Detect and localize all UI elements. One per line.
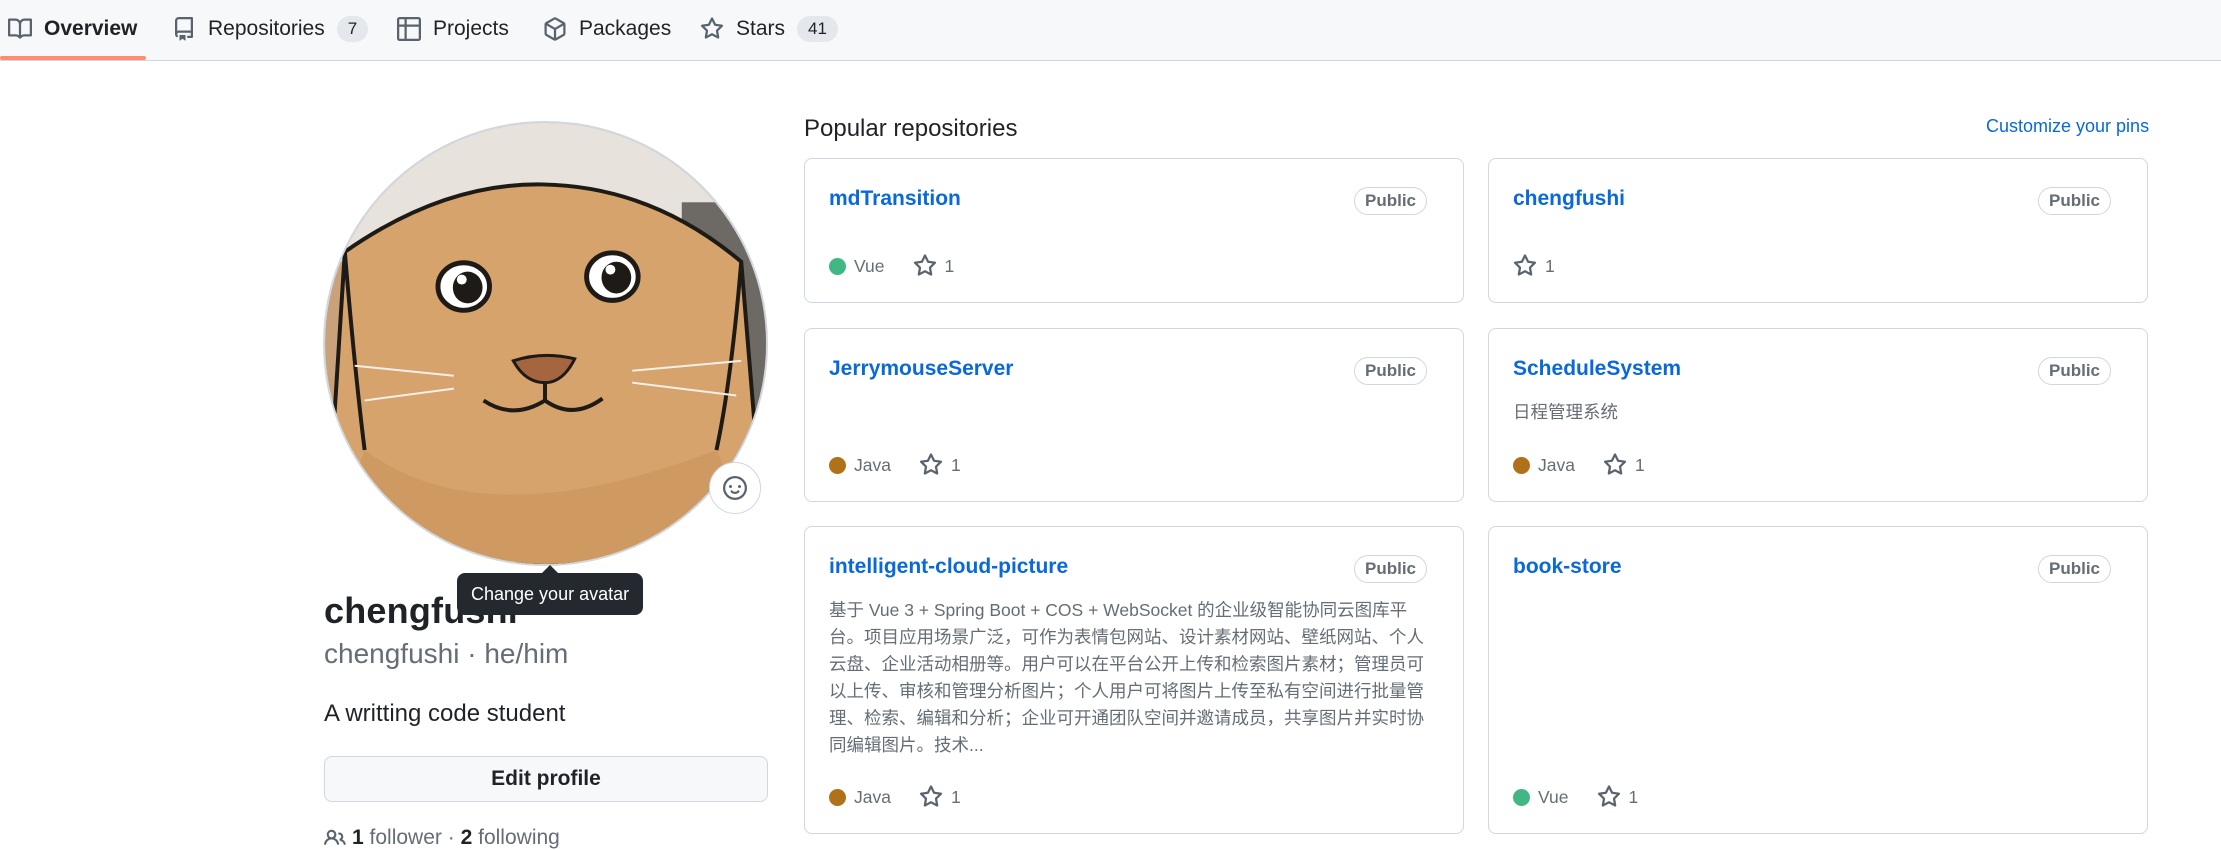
- repo-name-link[interactable]: chengfushi: [1513, 187, 1625, 211]
- visibility-badge: Public: [1353, 187, 1427, 215]
- cat-avatar-image: [325, 123, 766, 564]
- language-color-dot: [829, 456, 846, 474]
- repo-star-count: 1: [1634, 454, 1645, 475]
- repo-card: book-store Public Vue 1: [1488, 526, 2148, 834]
- repo-meta: Vue 1: [1513, 785, 1638, 809]
- tab-stars[interactable]: Stars 41: [700, 0, 838, 58]
- repo-stargazers-link[interactable]: 1: [919, 785, 961, 809]
- repo-meta: Vue 1: [829, 254, 954, 278]
- tab-label: Packages: [579, 17, 672, 40]
- profile-nav: Overview Repositories 7 Projects Package…: [0, 0, 2221, 61]
- repo-star-count: 1: [944, 255, 955, 276]
- star-icon: [919, 785, 943, 807]
- repo-language: Java: [854, 454, 891, 475]
- profile-bio: A writting code student: [324, 700, 566, 727]
- language-color-dot: [1513, 456, 1530, 474]
- star-icon: [1513, 254, 1537, 276]
- profile-login: chengfushi · he/him: [324, 638, 569, 669]
- repo-star-count: 1: [1628, 786, 1639, 807]
- repo-card: mdTransition Public Vue 1: [804, 158, 1464, 303]
- repo-description: 基于 Vue 3 + Spring Boot + COS + WebSocket…: [829, 600, 1424, 755]
- repo-name-link[interactable]: mdTransition: [829, 187, 961, 211]
- following-link[interactable]: following: [478, 826, 560, 850]
- visibility-badge: Public: [1353, 555, 1427, 583]
- set-status-button[interactable]: [709, 462, 761, 514]
- repo-language: Vue: [854, 255, 885, 276]
- repo-stargazers-link[interactable]: 1: [919, 453, 961, 477]
- repo-meta: Java 1: [829, 785, 961, 809]
- popular-repositories-title: Popular repositories: [804, 115, 1018, 142]
- repo-meta: Java 1: [829, 453, 961, 477]
- edit-profile-button[interactable]: Edit profile: [324, 756, 768, 802]
- separator: ·: [447, 826, 455, 849]
- visibility-badge: Public: [2037, 555, 2111, 583]
- star-icon: [919, 453, 943, 475]
- language-color-dot: [1513, 788, 1530, 806]
- repo-name-link[interactable]: intelligent-cloud-picture: [829, 555, 1068, 579]
- repo-meta: 1: [1513, 254, 1555, 278]
- repo-name-link[interactable]: JerrymouseServer: [829, 357, 1013, 381]
- tab-label: Stars: [736, 17, 786, 40]
- star-icon: [913, 254, 936, 276]
- selected-tab-indicator: [0, 56, 146, 60]
- change-avatar-tooltip: Change your avatar: [457, 565, 644, 615]
- repo-star-count: 1: [950, 786, 961, 807]
- stars-count: 41: [797, 16, 838, 42]
- tab-label: Overview: [44, 17, 138, 40]
- tab-overview[interactable]: Overview: [8, 0, 137, 58]
- repo-stargazers-link[interactable]: 1: [1597, 785, 1639, 809]
- language-color-dot: [829, 257, 846, 275]
- smiley-icon: [723, 476, 747, 500]
- customize-pins-link[interactable]: Customize your pins: [1986, 116, 2149, 137]
- repo-stargazers-link[interactable]: 1: [913, 254, 955, 278]
- star-icon: [1597, 785, 1620, 807]
- repo-name-link[interactable]: book-store: [1513, 555, 1622, 579]
- repo-language: Java: [854, 786, 891, 807]
- repo-stargazers-link[interactable]: 1: [1513, 254, 1555, 278]
- repositories-count: 7: [336, 16, 369, 42]
- following-count[interactable]: 2: [461, 826, 473, 850]
- followers-link[interactable]: follower: [370, 826, 442, 850]
- repo-meta: Java 1: [1513, 453, 1645, 477]
- tab-packages[interactable]: Packages: [543, 0, 671, 58]
- repo-card: chengfushi Public 1: [1488, 158, 2148, 303]
- table-icon: [397, 17, 421, 41]
- book-icon: [8, 17, 32, 41]
- language-color-dot: [829, 788, 846, 806]
- followers-count[interactable]: 1: [352, 826, 364, 850]
- repo-card: JerrymouseServer Public Java 1: [804, 328, 1464, 502]
- followers-row: 1 follower · 2 following: [324, 826, 560, 850]
- tab-projects[interactable]: Projects: [397, 0, 509, 58]
- package-icon: [543, 17, 567, 41]
- repo-icon: [172, 17, 196, 41]
- star-icon: [1603, 453, 1627, 475]
- repo-language: Vue: [1538, 786, 1569, 807]
- tab-label: Projects: [433, 17, 509, 40]
- star-icon: [700, 17, 724, 41]
- repo-star-count: 1: [950, 454, 961, 475]
- avatar[interactable]: [323, 121, 768, 566]
- repo-name-link[interactable]: ScheduleSystem: [1513, 357, 1681, 381]
- repo-star-count: 1: [1545, 255, 1555, 276]
- repo-language: Java: [1538, 454, 1575, 475]
- visibility-badge: Public: [1353, 357, 1427, 385]
- repo-stargazers-link[interactable]: 1: [1603, 453, 1645, 477]
- visibility-badge: Public: [2037, 357, 2111, 385]
- visibility-badge: Public: [2037, 187, 2111, 215]
- repo-card: intelligent-cloud-picture Public 基于 Vue 3 …: [804, 526, 1464, 834]
- people-icon: [324, 829, 346, 845]
- tab-repositories[interactable]: Repositories 7: [172, 0, 369, 58]
- repo-card: ScheduleSystem Public 日程管理系统 Java 1: [1488, 328, 2148, 502]
- tab-label: Repositories: [208, 17, 325, 40]
- repo-description: 日程管理系统: [1513, 402, 1618, 422]
